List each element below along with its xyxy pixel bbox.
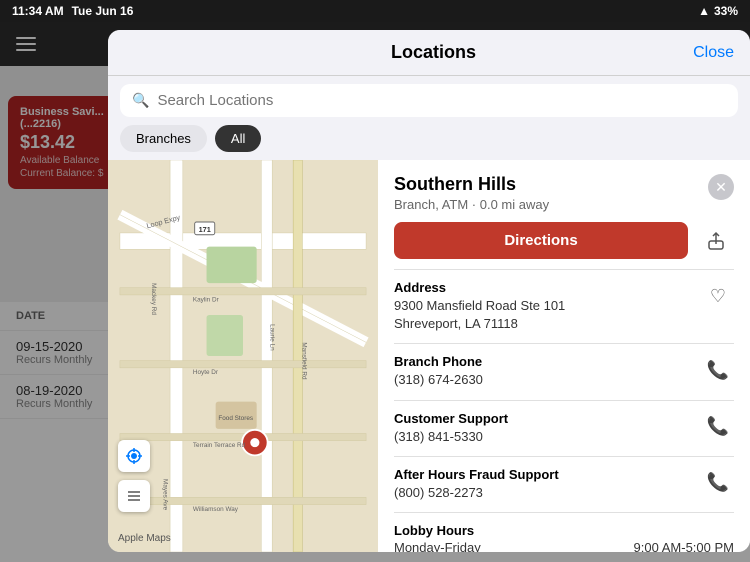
branch-phone-value: (318) 674-2630 <box>394 371 483 389</box>
map-area: 171 Loop Expy Food Stores Mackey Rd <box>108 160 378 552</box>
location-button[interactable] <box>118 440 150 472</box>
location-header: Southern Hills Branch, ATM · 0.0 mi away… <box>378 160 750 212</box>
svg-text:Mansfield Rd: Mansfield Rd <box>300 342 307 380</box>
modal-title: Locations <box>391 42 476 63</box>
svg-text:171: 171 <box>199 225 211 234</box>
status-bar: 11:34 AM Tue Jun 16 ▲ 33% <box>0 0 750 22</box>
address-line2: Shreveport, LA 71118 <box>394 315 565 333</box>
wifi-icon: ▲ <box>698 4 710 18</box>
directions-button[interactable]: Directions <box>394 222 688 259</box>
branch-phone-section: Branch Phone (318) 674-2630 📞 <box>378 344 750 399</box>
battery-icon: 33% <box>714 4 738 18</box>
phone-icon-1[interactable]: 📞 <box>702 354 734 386</box>
lobby-hours-label: Lobby Hours <box>394 523 734 538</box>
phone-icon-2[interactable]: 📞 <box>702 411 734 443</box>
tab-branches[interactable]: Branches <box>120 125 207 152</box>
address-line1: 9300 Mansfield Road Ste 101 <box>394 297 565 315</box>
share-button[interactable] <box>698 223 734 259</box>
fraud-support-label: After Hours Fraud Support <box>394 467 559 482</box>
list-view-button[interactable] <box>118 480 150 512</box>
locations-modal: Locations Close 🔍 Branches All <box>108 30 750 552</box>
location-name: Southern Hills <box>394 174 549 195</box>
search-bar: 🔍 <box>108 76 750 125</box>
svg-text:Hoyte Dr: Hoyte Dr <box>193 369 219 376</box>
location-detail: Southern Hills Branch, ATM · 0.0 mi away… <box>378 160 750 552</box>
status-time: 11:34 AM <box>12 4 64 18</box>
location-subtitle: Branch, ATM · 0.0 mi away <box>394 197 549 212</box>
svg-text:Food Stores: Food Stores <box>218 415 253 422</box>
customer-support-label: Customer Support <box>394 411 508 426</box>
svg-text:Kaylin Dr: Kaylin Dr <box>193 296 220 303</box>
heart-icon[interactable]: ♡ <box>702 280 734 312</box>
branch-phone-label: Branch Phone <box>394 354 483 369</box>
map-controls <box>118 440 150 512</box>
tab-all[interactable]: All <box>215 125 261 152</box>
close-detail-button[interactable]: ✕ <box>708 174 734 200</box>
lobby-weekday-time: 9:00 AM-5:00 PM <box>634 540 734 552</box>
fraud-support-section: After Hours Fraud Support (800) 528-2273… <box>378 457 750 512</box>
customer-support-section: Customer Support (318) 841-5330 📞 <box>378 401 750 456</box>
customer-support-value: (318) 841-5330 <box>394 428 508 446</box>
search-input[interactable] <box>157 92 726 109</box>
svg-text:Williamson Way: Williamson Way <box>193 506 239 513</box>
svg-text:Terrain Terrace Rd: Terrain Terrace Rd <box>193 442 246 449</box>
svg-text:Mackey Rd: Mackey Rd <box>150 283 157 315</box>
fraud-support-value: (800) 528-2273 <box>394 484 559 502</box>
apple-maps-label: Apple Maps <box>118 533 171 544</box>
address-label: Address <box>394 280 565 295</box>
search-input-wrap: 🔍 <box>120 84 738 117</box>
location-actions: Directions <box>378 212 750 269</box>
tab-bar: Branches All <box>108 125 750 160</box>
lobby-weekday-label: Monday-Friday <box>394 540 481 552</box>
svg-text:Mayes Ave: Mayes Ave <box>162 479 169 511</box>
phone-icon-3[interactable]: 📞 <box>702 467 734 499</box>
modal-close-button[interactable]: Close <box>693 44 734 62</box>
status-date: Tue Jun 16 <box>72 4 134 18</box>
right-panel: Southern Hills Branch, ATM · 0.0 mi away… <box>378 160 750 552</box>
modal-header: Locations Close <box>108 30 750 76</box>
search-icon: 🔍 <box>132 92 149 109</box>
address-section: Address 9300 Mansfield Road Ste 101 Shre… <box>378 270 750 343</box>
svg-text:Laurie Ln: Laurie Ln <box>268 324 275 351</box>
modal-content: 171 Loop Expy Food Stores Mackey Rd <box>108 160 750 552</box>
lobby-hours-section: Lobby Hours Monday-Friday 9:00 AM-5:00 P… <box>378 513 750 552</box>
